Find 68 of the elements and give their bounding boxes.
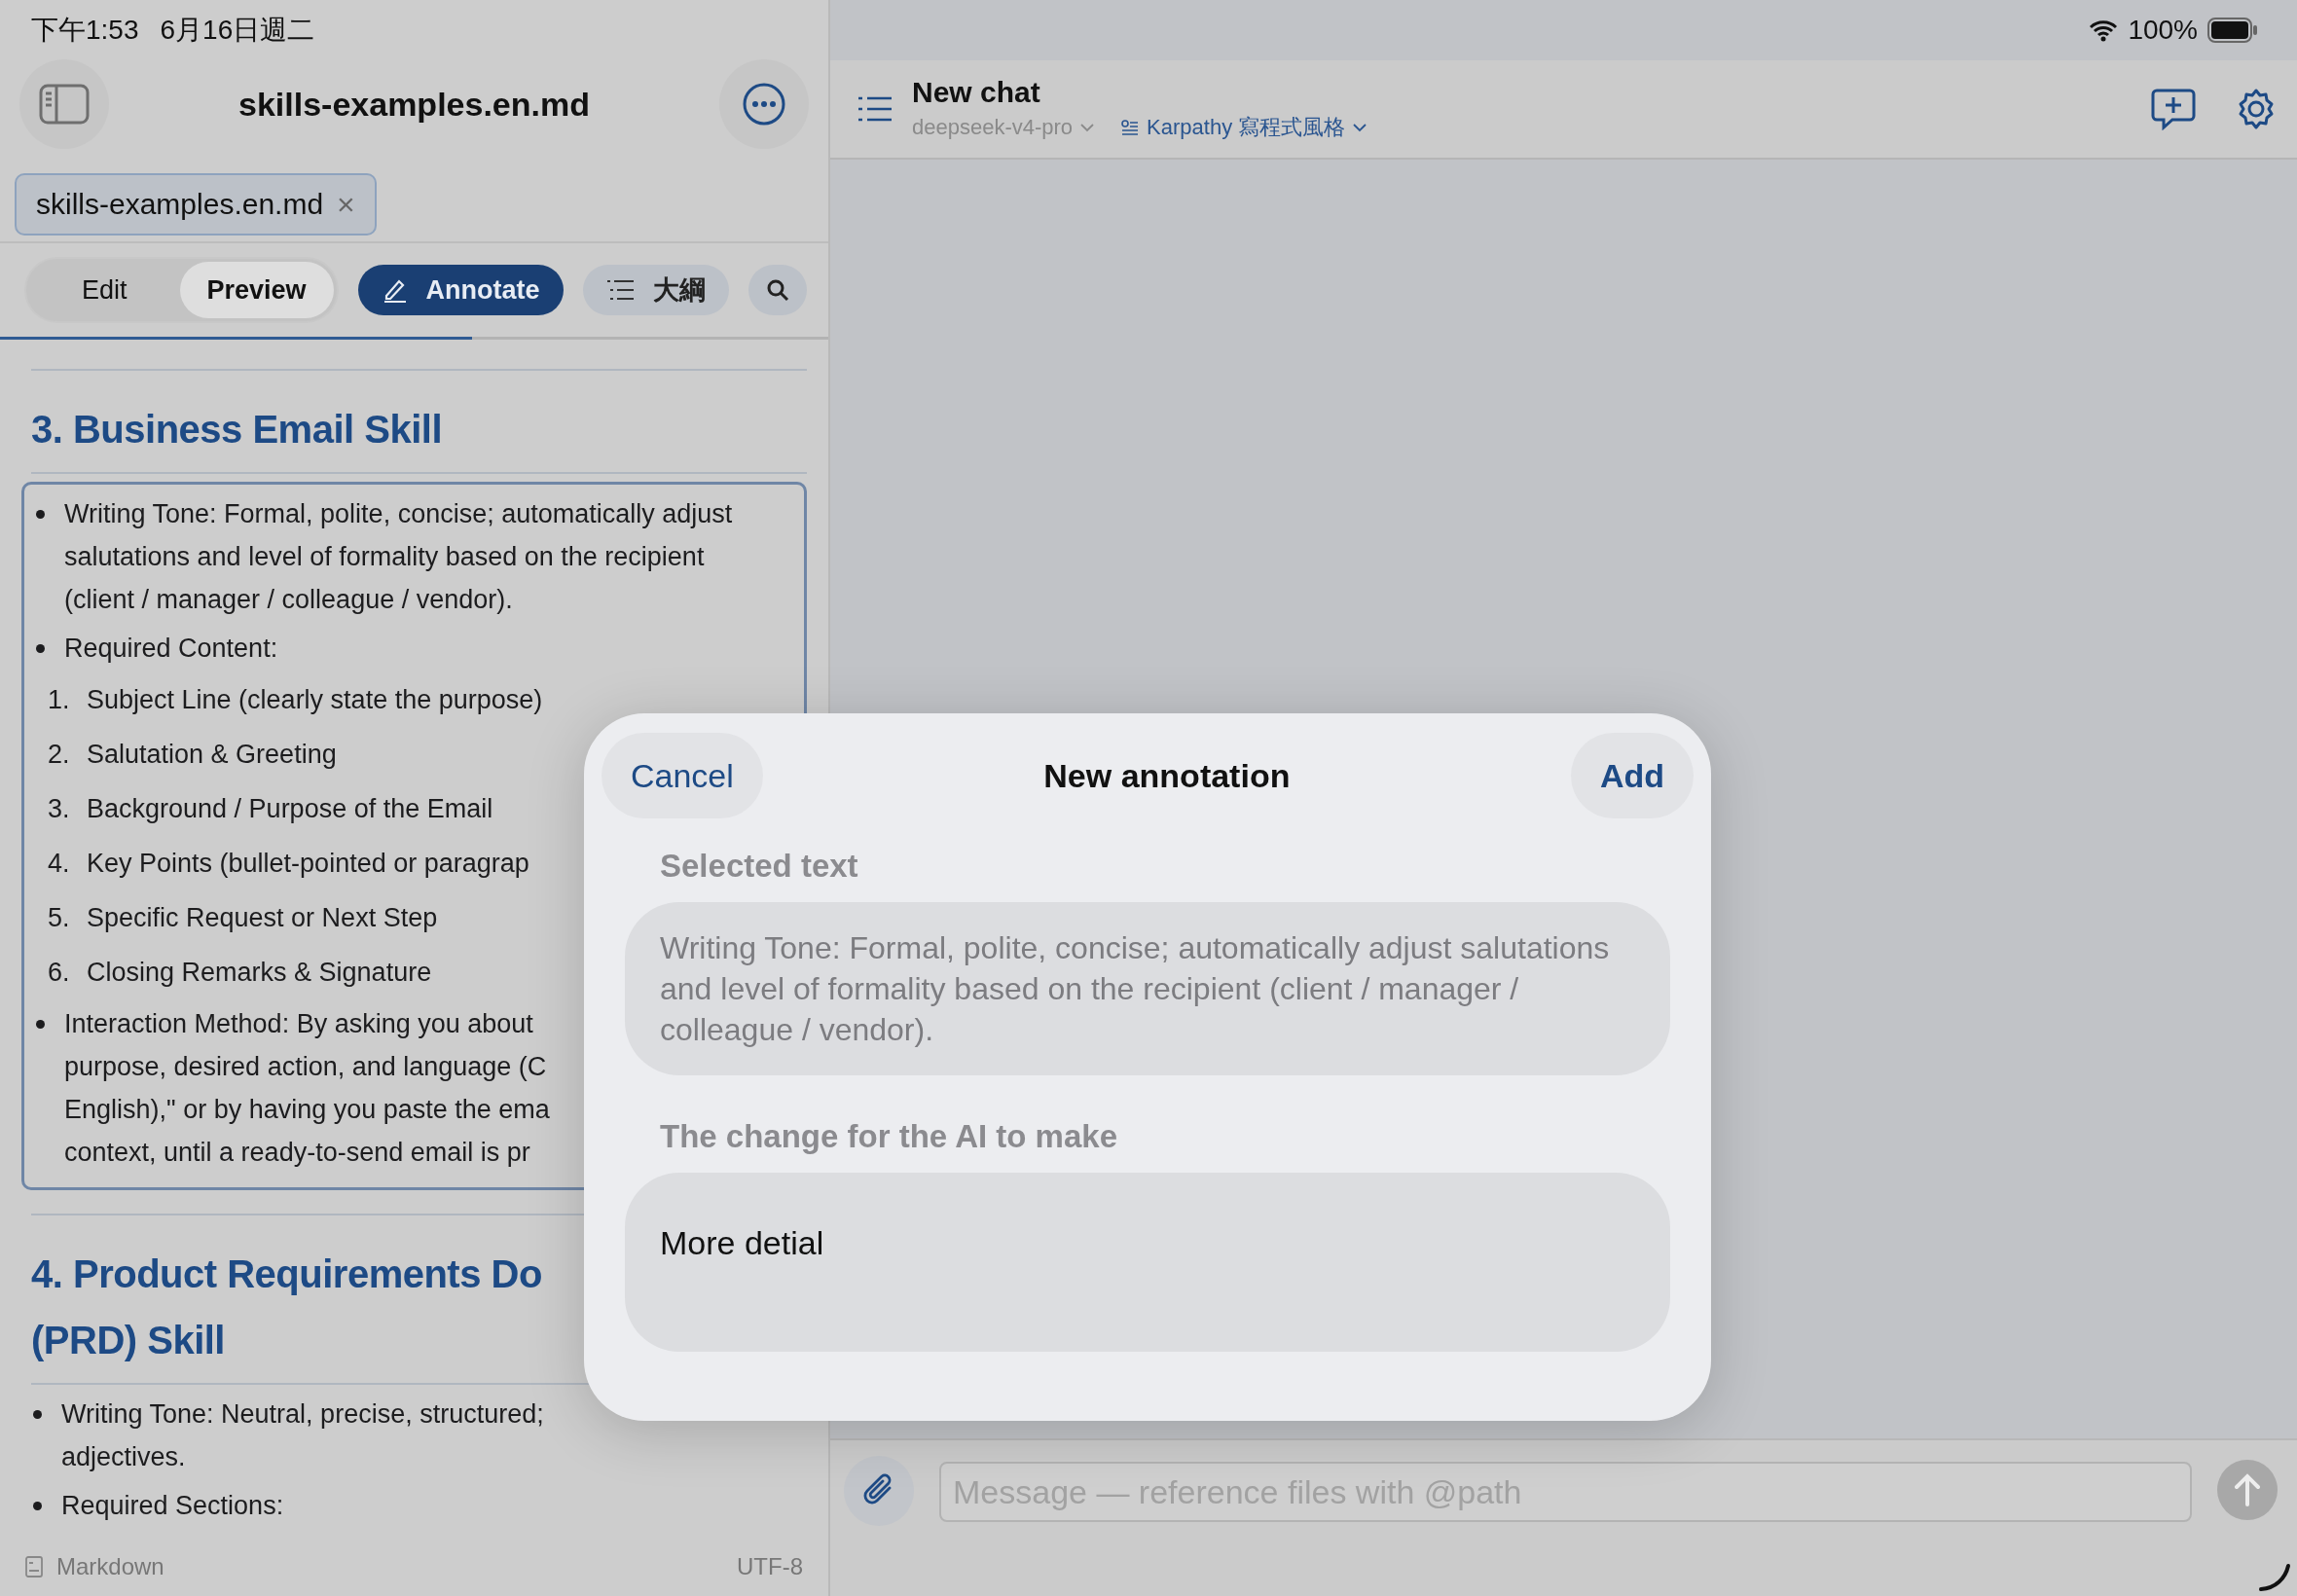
add-button[interactable]: Add	[1570, 733, 1694, 818]
text-line: purpose, desired action, and language (C	[64, 1051, 548, 1083]
text-line: salutations and level of formality based on the recipient	[64, 541, 706, 573]
status-date: 6月16日週二	[160, 14, 315, 47]
battery-icon	[2207, 18, 2258, 43]
document-icon	[25, 1556, 43, 1578]
list-item-text: Closing Remarks & Signature	[87, 957, 432, 989]
search-icon	[765, 278, 789, 302]
text-line: Required Content:	[64, 633, 278, 665]
section-heading: 4. Product Requirements Do	[31, 1251, 542, 1297]
persona-icon	[1121, 120, 1140, 135]
list-icon	[605, 279, 636, 301]
persona-selector[interactable]: Karpathy 寫程式風格	[1121, 113, 1367, 142]
chat-plus-icon	[2151, 88, 2196, 130]
bullet-icon	[36, 510, 45, 519]
file-tab[interactable]: skills-examples.en.md ×	[15, 173, 377, 236]
battery-percent: 100%	[2128, 15, 2198, 46]
new-chat-button[interactable]	[2151, 88, 2196, 130]
bullet-icon	[36, 644, 45, 653]
bullet-icon	[33, 1410, 42, 1419]
text-line: Interaction Method: By asking you about	[64, 1008, 534, 1040]
section-heading: 3. Business Email Skill	[31, 407, 443, 453]
chat-list-button[interactable]	[857, 95, 893, 123]
annotate-button[interactable]: Annotate	[357, 265, 564, 315]
mode-tab[interactable]: Preview	[179, 262, 334, 318]
field-label: Selected text	[660, 848, 859, 885]
text-line: Writing Tone: Formal, polite, concise; automatically adjust	[64, 498, 733, 530]
list-item-text: Background / Purpose of the Email	[87, 793, 493, 825]
bullet-icon	[33, 1502, 42, 1510]
list-number: 2.	[48, 739, 71, 771]
document-title: skills-examples.en.md	[238, 85, 590, 124]
dialog-title: New annotation	[1043, 756, 1291, 795]
text-line: Writing Tone: Neutral, precise, structured;	[61, 1398, 544, 1431]
text-line: Required Sections:	[61, 1490, 284, 1522]
list-number: 4.	[48, 848, 71, 880]
status-time: 下午1:53	[31, 14, 139, 47]
wifi-icon	[2089, 18, 2119, 42]
chevron-down-icon	[1080, 123, 1095, 132]
mode-tab[interactable]: Edit	[29, 262, 180, 318]
more-icon	[742, 82, 786, 127]
list-number: 3.	[48, 793, 71, 825]
resize-handle-icon	[2258, 1563, 2291, 1592]
text-line: English)," or by having you paste the ema	[64, 1094, 550, 1126]
sidebar-icon	[39, 84, 90, 125]
text-line: context, until a ready-to-send email is pr	[64, 1137, 531, 1169]
outline-button[interactable]: 大綱	[582, 265, 729, 315]
text-line: adjectives.	[61, 1441, 187, 1473]
list-number: 1.	[48, 684, 71, 716]
field-label: The change for the AI to make	[660, 1118, 1119, 1155]
search-button[interactable]	[747, 265, 807, 315]
change-input-field[interactable]: More detial	[625, 1173, 1670, 1352]
selected-text-box: Writing Tone: Formal, polite, concise; automatically adjust salutations and level of formality based on the recipient (client / manager / colleague / vendor).	[625, 902, 1670, 1075]
chat-title: New chat	[912, 76, 1041, 109]
text-line: (client / manager / colleague / vendor).	[64, 584, 514, 616]
section-heading: (PRD) Skill	[31, 1318, 225, 1363]
list-number: 6.	[48, 957, 71, 989]
cancel-button[interactable]: Cancel	[602, 733, 763, 818]
list-item-text: Salutation & Greeting	[87, 739, 337, 771]
arrow-up-icon	[2233, 1473, 2262, 1506]
list-item-text: Key Points (bullet-pointed or paragrap	[87, 848, 529, 880]
list-item-text: Specific Request or Next Step	[87, 902, 438, 934]
list-item-text: Subject Line (clearly state the purpose)	[87, 684, 543, 716]
list-icon	[857, 95, 893, 123]
file-format: Markdown	[56, 1553, 164, 1580]
bullet-icon	[36, 1020, 45, 1029]
chevron-down-icon	[1353, 123, 1367, 132]
file-encoding: UTF-8	[737, 1553, 803, 1580]
list-number: 5.	[48, 902, 71, 934]
